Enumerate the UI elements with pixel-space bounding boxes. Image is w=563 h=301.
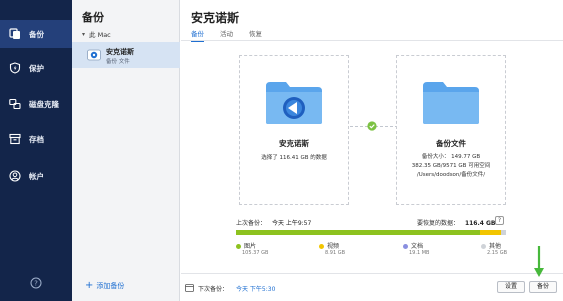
next-backup-time[interactable]: 今天 下午5:30: [236, 284, 275, 293]
backup-list-title: 备份: [82, 11, 104, 24]
legend-item-videos: 视频 8.91 GB: [319, 241, 345, 256]
page-title: 安克诺斯: [191, 11, 240, 25]
restore-data-info: 要恢复的数据： 116.4 GB: [417, 218, 496, 227]
nav-item-label: 磁盘克隆: [29, 99, 59, 109]
last-backup-label: 上次备份：: [236, 220, 267, 227]
legend-dot: [481, 244, 486, 249]
check-circle-icon: [367, 121, 377, 131]
backup-item-subtitle: 备份 文件: [106, 59, 130, 65]
nav-item-disk-clone[interactable]: 磁盘克隆: [0, 90, 72, 118]
left-navigation: 备份 保护 磁盘克隆 存档 帐户 ?: [0, 0, 72, 301]
chevron-down-icon: ▾: [82, 30, 86, 38]
usage-segment: [236, 230, 481, 235]
source-group-label: 此 Mac: [89, 31, 111, 39]
arrow-down-icon: [533, 246, 545, 278]
nav-item-account[interactable]: 帐户: [0, 162, 72, 190]
legend-size: 19.1 MB: [409, 250, 430, 256]
legend-label: 其他: [489, 243, 502, 250]
main-panel: 安克诺斯 备份 活动 恢复 安克诺斯 选择了 116.41 GB 的数据 备份文…: [181, 0, 563, 301]
legend-label: 文档: [411, 243, 424, 250]
legend-label: 视频: [327, 243, 340, 250]
legend-item-other: 其他 2.15 GB: [481, 241, 507, 256]
backup-destination-card[interactable]: 备份文件 备份大小： 149.77 GB 382.35 GB/9571 GB 可…: [396, 55, 506, 205]
nav-item-label: 存档: [29, 134, 44, 144]
backup-item-name: 安克诺斯: [106, 48, 134, 56]
destination-backup-size: 备份大小： 149.77 GB: [421, 154, 481, 160]
usage-segment: [501, 230, 506, 235]
data-usage-bar: [236, 230, 506, 235]
nav-item-label: 帐户: [29, 171, 44, 181]
account-icon: [9, 170, 21, 182]
archive-icon: [9, 133, 21, 145]
nav-item-label: 备份: [29, 29, 44, 39]
add-backup-label: 添加备份: [96, 282, 125, 290]
legend-item-documents: 文档 19.1 MB: [403, 241, 429, 256]
last-backup-value: 今天 上午9:57: [271, 220, 312, 227]
destination-folder-icon: [421, 78, 481, 126]
calendar-icon: [185, 283, 194, 294]
mac-disk-icon: [87, 48, 101, 62]
shield-icon: [9, 62, 21, 74]
source-card-title: 安克诺斯: [279, 139, 309, 148]
footer-divider: [181, 273, 563, 274]
help-icon: ?: [30, 277, 42, 291]
backup-button[interactable]: 备份: [529, 281, 558, 293]
legend-label: 图片: [244, 243, 257, 250]
destination-path: /Users/doodson/备份文件/: [416, 172, 486, 178]
destination-card-title: 备份文件: [436, 139, 466, 148]
backup-list-item[interactable]: 安克诺斯 备份 文件: [72, 42, 180, 68]
restore-data-value: 116.4 GB: [464, 220, 496, 227]
disk-clone-icon: [9, 98, 21, 110]
help-button[interactable]: ?: [0, 273, 72, 295]
nav-item-archive[interactable]: 存档: [0, 125, 72, 153]
next-backup-label: 下次备份：: [198, 286, 229, 293]
add-backup-button[interactable]: + 添加备份: [85, 281, 124, 291]
legend-item-pictures: 图片 105.37 GB: [236, 241, 268, 256]
source-selected-size: 选择了 116.41 GB 的数据: [261, 155, 327, 161]
nav-item-label: 保护: [29, 63, 44, 73]
legend-dot: [403, 244, 408, 249]
nav-item-backup[interactable]: 备份: [0, 20, 72, 48]
nav-item-protect[interactable]: 保护: [0, 54, 72, 82]
source-folder-icon: [264, 78, 324, 126]
usage-segment: [480, 230, 502, 235]
source-group-header[interactable]: ▾ 此 Mac: [82, 29, 111, 40]
legend-dot: [236, 244, 241, 249]
legend-size: 105.37 GB: [242, 250, 269, 256]
svg-text:?: ?: [34, 280, 38, 288]
legend-dot: [319, 244, 324, 249]
settings-button[interactable]: 设置: [497, 281, 526, 293]
backup-source-card[interactable]: 安克诺斯 选择了 116.41 GB 的数据: [239, 55, 349, 205]
legend-size: 8.91 GB: [325, 250, 346, 256]
legend-size: 2.15 GB: [487, 250, 508, 256]
tab-divider: [181, 40, 563, 41]
copy-icon: [9, 28, 21, 40]
data-help-button[interactable]: ?: [495, 216, 504, 225]
last-backup-info: 上次备份： 今天 上午9:57: [236, 218, 311, 227]
next-backup-info: 下次备份： 今天 下午5:30: [185, 283, 275, 294]
restore-data-label: 要恢复的数据：: [417, 220, 460, 227]
plus-icon: +: [85, 280, 94, 291]
destination-free-space: 382.35 GB/9571 GB 可用空间: [411, 163, 491, 169]
